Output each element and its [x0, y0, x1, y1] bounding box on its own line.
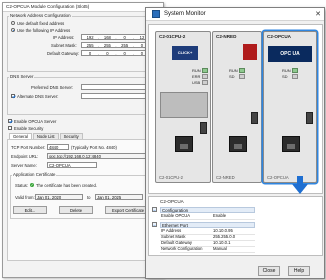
module-opcua[interactable]: C2-OPCUA OPC UA RUN SD C2-OPCUA: [263, 31, 317, 183]
use-default-label: Use default fixed address: [17, 20, 65, 26]
led-label-sd: SD: [229, 74, 235, 79]
led-run-indicator: [292, 68, 298, 73]
enable-security-label: Enable Security: [14, 125, 44, 131]
led-sd-indicator: [292, 74, 298, 79]
module-nred[interactable]: C2-NRED RUN SD C2-NRED: [212, 31, 262, 183]
dns-group-label: DNS Server: [9, 74, 35, 79]
led-label-run: RUN: [282, 68, 291, 73]
ethernet-port-icon: [175, 136, 193, 152]
ip-address-field[interactable]: 192. 168. 0. 12: [81, 34, 151, 40]
collapse-icon[interactable]: −: [152, 222, 157, 228]
property-value: Enable: [213, 213, 227, 218]
tcp-port-input[interactable]: 4840: [47, 144, 69, 150]
click-plus-logo-icon: CLICK+: [172, 46, 198, 60]
app-cert-label: Application Certificate: [12, 172, 57, 177]
led-run-indicator: [239, 68, 245, 73]
valid-to-field: Jan 01, 2025: [95, 194, 143, 200]
window-title: System Monitor: [164, 11, 206, 17]
led-sd-indicator: [239, 74, 245, 79]
node-red-logo-icon: [243, 44, 257, 60]
network-group-label: Network Address Configuration: [9, 13, 72, 18]
dialog-title: C2-OPCUA Module Configuration (Slot5): [3, 3, 163, 12]
led-label-err: ERR: [192, 74, 201, 79]
tcp-port-hint: (Typically Port No. 4840): [71, 145, 117, 150]
valid-from-field: Jan 01, 2020: [35, 194, 83, 200]
close-window-icon[interactable]: ✕: [312, 10, 324, 18]
module-footer: C2-OPCUA: [267, 175, 289, 180]
ethernet-port-icon: [282, 136, 300, 152]
server-name-input[interactable]: C2-OPCUA: [47, 162, 97, 168]
valid-to-label: to: [87, 195, 91, 200]
usb-port-icon: [251, 112, 258, 124]
server-name-label: Server Name:: [11, 163, 37, 168]
module-cpu[interactable]: C2-01CPU-2 CLICK+ RUN ERR USB C2-01CPU-2: [155, 31, 211, 183]
delete-button[interactable]: Delete: [59, 206, 93, 214]
module-name: C2-01CPU-2: [159, 34, 186, 39]
property-key: Enable OPCUA: [161, 213, 191, 218]
alternate-dns-field[interactable]: [81, 93, 151, 99]
module-footer: C2-01CPU-2: [159, 175, 183, 180]
led-label-run: RUN: [229, 68, 238, 73]
help-button[interactable]: Help: [288, 266, 310, 276]
usb-port-icon: [200, 122, 207, 134]
property-value: Manual: [213, 246, 227, 251]
subnet-mask-field[interactable]: 255. 255. 255. 0: [81, 42, 151, 48]
ip-address-label: IP Address:: [53, 35, 75, 40]
led-label-usb: USB: [192, 80, 201, 85]
module-footer: C2-NRED: [216, 175, 235, 180]
endpoint-url-label: Endpoint URL:: [11, 154, 39, 159]
module-name: C2-OPCUA: [267, 34, 291, 39]
title-bar: System Monitor ✕: [146, 8, 324, 21]
valid-from-label: Valid from:: [15, 195, 35, 200]
enable-opcua-checkbox[interactable]: [8, 119, 12, 123]
system-monitor-app-icon: [152, 10, 160, 18]
enable-opcua-label: Enable OPCUA Server: [14, 118, 57, 124]
edit-button[interactable]: Edit...: [13, 206, 47, 214]
use-following-label: Use the following IP Address: [17, 27, 71, 33]
collapse-icon[interactable]: −: [152, 207, 157, 213]
alternate-dns-label: Alternate DNS Server:: [17, 93, 59, 99]
use-default-radio[interactable]: [11, 21, 15, 25]
alternate-dns-checkbox[interactable]: [11, 94, 15, 98]
led-run-indicator: [202, 68, 208, 73]
property-row: Enable OPCUA Enable: [160, 213, 255, 220]
endpoint-url-field: opc.tcp://192.168.0.12:4840: [47, 153, 151, 159]
enable-security-checkbox[interactable]: [8, 126, 12, 130]
close-button[interactable]: Close: [258, 266, 280, 276]
led-label-sd: SD: [282, 74, 288, 79]
arrow-down-icon: [292, 176, 308, 194]
usb-port-icon: [306, 112, 313, 124]
opc-ua-logo-icon: OPC UA: [268, 46, 312, 62]
preferred-dns-field[interactable]: [81, 84, 151, 90]
module-config-dialog: C2-OPCUA Module Configuration (Slot5) Ne…: [2, 2, 164, 278]
use-following-radio[interactable]: [11, 28, 15, 32]
default-gateway-field[interactable]: 0.0.0.0: [81, 50, 151, 56]
preferred-dns-label: Preferred DNS Server:: [31, 85, 74, 90]
system-monitor-window: System Monitor ✕ C2-01CPU-2 CLICK+ RUN E…: [145, 7, 325, 279]
module-rack-view: C2-01CPU-2 CLICK+ RUN ERR USB C2-01CPU-2…: [148, 24, 323, 194]
module-name: C2-NRED: [216, 34, 237, 39]
property-row: Network Configuration Manual: [160, 246, 255, 253]
subnet-mask-label: Subnet Mask:: [51, 43, 77, 48]
properties-title: C2-OPCUA: [160, 199, 184, 204]
tcp-port-label: TCP Port Number:: [11, 145, 46, 150]
status-label: Status:: [15, 183, 29, 188]
led-label-run: RUN: [192, 68, 201, 73]
default-gateway-label: Default Gateway:: [47, 51, 80, 56]
led-usb-indicator: [202, 80, 208, 85]
led-err-indicator: [202, 74, 208, 79]
module-properties-panel: C2-OPCUA − Configuration Enable OPCUA En…: [148, 196, 323, 256]
cert-status-text: The certificate has been created.: [36, 183, 97, 188]
check-circle-icon: ✓: [30, 183, 34, 187]
ethernet-port-icon: [229, 136, 247, 152]
property-key: Network Configuration: [161, 246, 203, 251]
cpu-panel: [160, 92, 208, 118]
